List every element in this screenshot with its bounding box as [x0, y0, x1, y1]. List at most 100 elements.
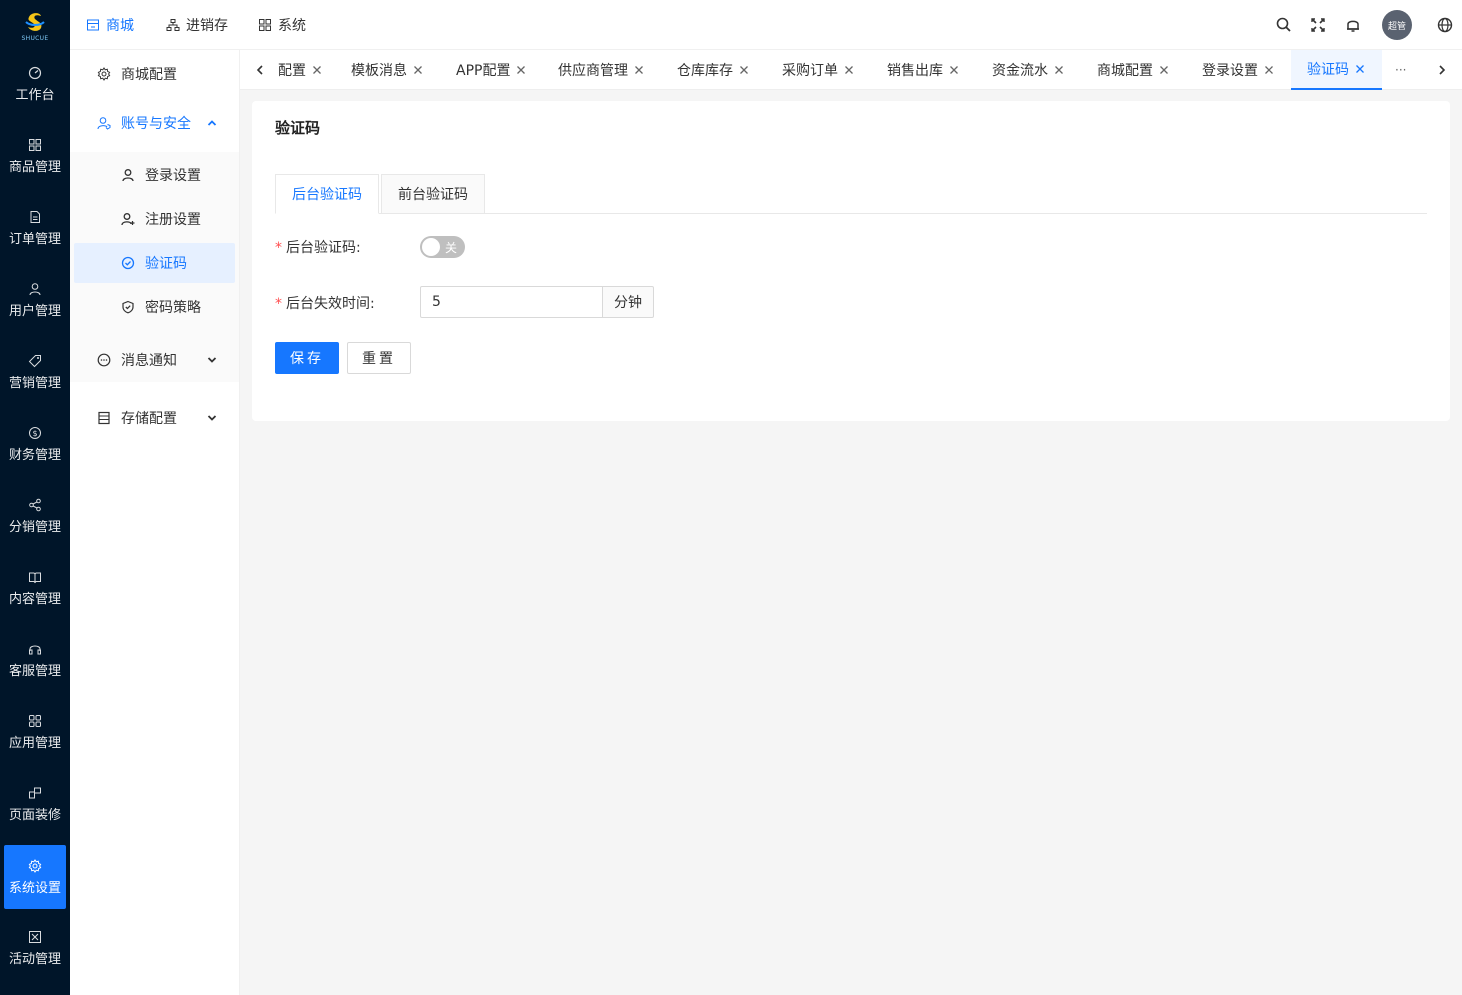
close-icon[interactable]: [413, 65, 423, 75]
topnav-label: 系统: [278, 18, 306, 34]
backend-captcha-label-text: 后台验证码:: [286, 240, 361, 256]
tab-frontend-captcha[interactable]: 前台验证码: [381, 174, 485, 214]
chevron-down-icon[interactable]: [207, 355, 217, 365]
rail-item-label: 营销管理: [8, 375, 61, 391]
rail-item-label: 分销管理: [8, 519, 61, 535]
tab-app-config[interactable]: APP配置: [456, 50, 526, 90]
gear-icon: [97, 67, 111, 81]
rail-item-marketing[interactable]: 营销管理: [4, 340, 66, 404]
close-icon[interactable]: [1355, 64, 1365, 74]
captcha-tabs: 后台验证码 前台验证码: [275, 174, 1427, 214]
rail-item-customer-service[interactable]: 客服管理: [4, 628, 66, 692]
close-icon[interactable]: [844, 65, 854, 75]
rail-item-workbench[interactable]: 工作台: [4, 52, 66, 116]
topnav-inventory[interactable]: 进销存: [166, 0, 228, 50]
subnav-label: 登录设置: [145, 168, 201, 184]
subnav-label: 消息通知: [121, 353, 177, 369]
tab-label: 供应商管理: [558, 63, 628, 79]
globe-icon[interactable]: [1436, 16, 1454, 34]
message-icon: [97, 353, 111, 367]
headset-icon: [29, 645, 41, 654]
user-icon: [122, 169, 134, 182]
svg-text:$: $: [32, 429, 37, 438]
rail-item-label: 商品管理: [8, 159, 61, 175]
tab-purchase-order[interactable]: 采购订单: [782, 50, 854, 90]
rail-item-users[interactable]: 用户管理: [4, 268, 66, 332]
tag-icon: [28, 354, 41, 367]
close-icon[interactable]: [634, 65, 644, 75]
topnav-mall[interactable]: 商城: [86, 0, 134, 50]
chevron-up-icon[interactable]: [207, 118, 217, 128]
save-button[interactable]: 保存: [275, 342, 339, 374]
rail-item-page-decoration[interactable]: 页面装修: [4, 772, 66, 836]
close-icon[interactable]: [1264, 65, 1274, 75]
tab-supplier-management[interactable]: 供应商管理: [558, 50, 644, 90]
expire-time-label: * 后台失效时间:: [275, 293, 375, 313]
check-circle-icon: [121, 256, 135, 270]
rail-item-activities[interactable]: 活动管理: [4, 916, 66, 980]
gear-icon: [28, 858, 42, 873]
expire-time-input[interactable]: 5: [420, 286, 603, 318]
avatar[interactable]: 超管: [1382, 10, 1412, 40]
tab-more-button[interactable]: ···: [1395, 50, 1406, 90]
logo-brand-text: SHUCUE: [21, 35, 49, 42]
document-icon: [30, 210, 40, 223]
topnav-system[interactable]: 系统: [258, 0, 306, 50]
close-icon[interactable]: [1054, 65, 1064, 75]
backend-captcha-switch[interactable]: 关: [420, 236, 465, 258]
tab-template-message[interactable]: 模板消息: [351, 50, 423, 90]
rail-item-products[interactable]: 商品管理: [4, 124, 66, 188]
close-icon[interactable]: [1159, 65, 1169, 75]
rail-item-label: 页面装修: [8, 807, 61, 823]
subnav-label: 商城配置: [121, 67, 177, 83]
chevron-left-icon[interactable]: [254, 64, 266, 76]
rail-item-label: 财务管理: [8, 447, 61, 463]
close-icon[interactable]: [739, 65, 749, 75]
tab-warehouse-stock[interactable]: 仓库库存: [677, 50, 749, 90]
rail-item-distribution[interactable]: 分销管理: [4, 484, 66, 548]
subnav-mall-config[interactable]: 商城配置: [97, 54, 177, 94]
subnav-password-policy[interactable]: 密码策略: [121, 287, 201, 327]
close-icon[interactable]: [516, 65, 526, 75]
expire-unit-addon: 分钟: [602, 286, 654, 318]
tab-captcha[interactable]: 验证码: [1291, 50, 1382, 90]
rail-item-label: 订单管理: [8, 231, 61, 247]
subnav-register-settings[interactable]: 注册设置: [121, 199, 201, 239]
rail-item-system-settings[interactable]: 系统设置: [4, 845, 66, 909]
reset-button[interactable]: 重置: [347, 342, 411, 374]
chevron-down-icon[interactable]: [207, 413, 217, 423]
tab-config-partial[interactable]: 配置: [278, 50, 322, 90]
tab-label: APP配置: [456, 63, 511, 79]
logo[interactable]: SHUCUE: [0, 0, 70, 50]
subnav-storage-config[interactable]: 存储配置: [97, 398, 177, 438]
tab-mall-config[interactable]: 商城配置: [1097, 50, 1169, 90]
storage-icon: [98, 411, 110, 425]
subnav-captcha[interactable]: 验证码: [74, 243, 235, 283]
subnav-login-settings[interactable]: 登录设置: [121, 155, 201, 195]
tab-fund-flow[interactable]: 资金流水: [992, 50, 1064, 90]
expire-time-label-text: 后台失效时间:: [286, 296, 375, 312]
rail-item-label: 客服管理: [8, 663, 61, 679]
rail-item-label: 工作台: [15, 87, 55, 103]
subnav-account-security[interactable]: 账号与安全: [97, 103, 191, 143]
subnav-message-notice[interactable]: 消息通知: [97, 340, 177, 380]
rail-item-label: 系统设置: [8, 880, 61, 896]
fullscreen-icon[interactable]: [1309, 16, 1327, 34]
shield-check-icon: [122, 300, 134, 314]
search-icon[interactable]: [1275, 16, 1293, 34]
close-icon[interactable]: [312, 65, 322, 75]
rail-item-content[interactable]: 内容管理: [4, 556, 66, 620]
rail-item-orders[interactable]: 订单管理: [4, 196, 66, 260]
rail-item-finance[interactable]: $ 财务管理: [4, 412, 66, 476]
system-icon: [259, 19, 271, 31]
subnav-label: 账号与安全: [121, 116, 191, 132]
tab-sales-outbound[interactable]: 销售出库: [887, 50, 959, 90]
bell-icon[interactable]: [1344, 16, 1362, 34]
topnav-label: 商城: [106, 18, 134, 34]
chevron-right-icon[interactable]: [1436, 64, 1448, 76]
tab-backend-captcha[interactable]: 后台验证码: [275, 174, 379, 214]
tab-login-settings[interactable]: 登录设置: [1202, 50, 1274, 90]
rail-item-apps[interactable]: 应用管理: [4, 700, 66, 764]
grid-icon: [29, 138, 41, 151]
close-icon[interactable]: [949, 65, 959, 75]
